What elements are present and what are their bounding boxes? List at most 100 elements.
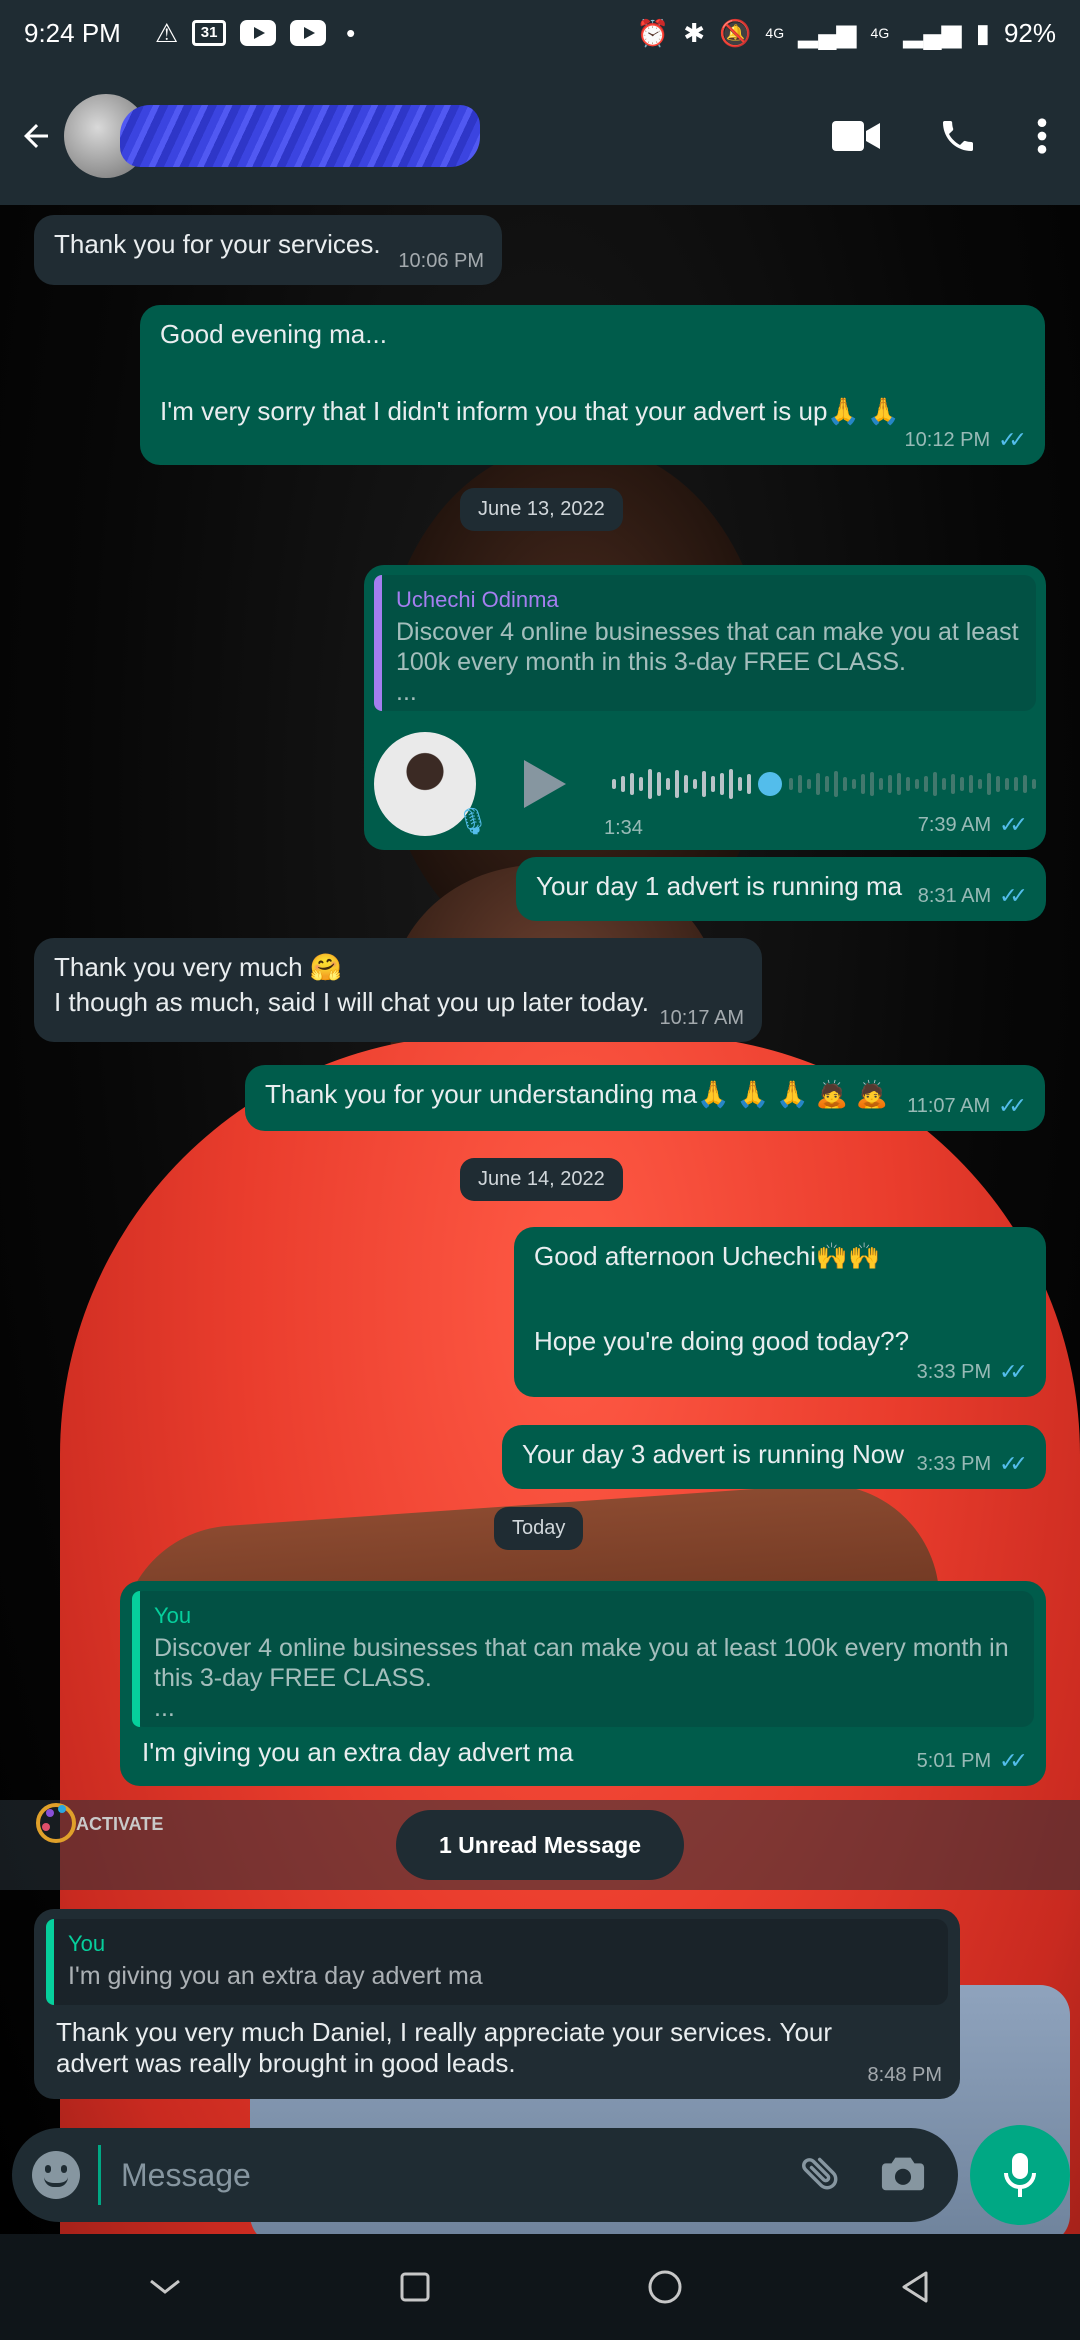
voice-waveform[interactable] [612, 759, 1036, 809]
waveform-bar [789, 778, 793, 790]
read-ticks-icon: ✓✓ [999, 1747, 1028, 1773]
read-ticks-icon: ✓✓ [998, 1092, 1027, 1118]
message-time: 11:07 AM [907, 1094, 991, 1117]
waveform-bar [915, 779, 919, 789]
contact-info[interactable] [64, 93, 832, 178]
message-outgoing[interactable]: Good evening ma... I'm very sorry that I… [140, 305, 1045, 465]
mic-icon: 🎙 [456, 806, 490, 836]
chat-header [0, 66, 1080, 205]
dot-icon: • [346, 18, 356, 48]
waveform-bar [879, 778, 883, 790]
message-text: I'm very sorry that I didn't inform you … [160, 396, 900, 427]
message-outgoing[interactable]: Good afternoon Uchechi🙌🙌 Hope you're doi… [514, 1227, 1046, 1397]
system-nav-bar [0, 2234, 1080, 2340]
waveform-bar [978, 779, 982, 789]
date-chip: June 14, 2022 [460, 1158, 623, 1201]
waveform-bar [639, 777, 643, 791]
waveform-bar [720, 773, 724, 795]
message-text: Good evening ma... [160, 319, 387, 349]
read-ticks-icon: ✓✓ [999, 811, 1028, 837]
waveform-bar [630, 773, 634, 795]
waveform-bar [906, 777, 910, 791]
waveform-bar [951, 774, 955, 794]
video-call-icon[interactable] [832, 119, 880, 153]
status-bar: 9:24 PM ⚠ 31 • ⏰ ✱ 🔕 4G ▂▄▆ 4G ▂▄▆ ▮ 92% [0, 0, 1080, 66]
waveform-bar [834, 771, 838, 797]
recents-icon[interactable] [375, 2247, 455, 2327]
unread-message-badge: 1 Unread Message [396, 1810, 684, 1880]
attach-icon[interactable] [798, 2150, 844, 2201]
message-incoming[interactable]: Thank you for your services. 10:06 PM [34, 215, 502, 285]
calendar-icon: 31 [192, 20, 227, 46]
quoted-text: Discover 4 online businesses that can ma… [396, 618, 1019, 677]
date-chip: Today [494, 1507, 584, 1550]
watermark-text: ACTIVATE [76, 1814, 163, 1834]
waveform-bar [1032, 779, 1036, 789]
waveform-bar [738, 777, 742, 791]
message-time: 3:33 PM [916, 1360, 992, 1383]
waveform-bar [996, 776, 1000, 792]
voice-record-button[interactable] [970, 2125, 1070, 2225]
message-time: 10:06 PM [398, 250, 484, 272]
quoted-author: You [154, 1603, 192, 1628]
network-label-1: 4G [765, 25, 785, 41]
network-label-2: 4G [870, 25, 890, 41]
quoted-text: I'm giving you an extra day advert ma [68, 1962, 483, 1991]
message-time: 8:48 PM [867, 2064, 942, 2086]
waveform-bar [1023, 775, 1027, 793]
waveform-bar [933, 772, 937, 796]
read-ticks-icon: ✓✓ [998, 426, 1027, 452]
message-outgoing[interactable]: Your day 1 advert is running ma 8:31 AM ✓… [516, 857, 1046, 921]
signal-icon: ▂▄▆ [903, 18, 962, 48]
voice-message-outgoing[interactable]: Uchechi Odinma Discover 4 online busines… [364, 565, 1046, 850]
waveform-bar [807, 779, 811, 789]
waveform-bar [684, 775, 688, 793]
camera-icon[interactable] [880, 2153, 926, 2198]
waveform-bar [711, 776, 715, 792]
message-outgoing[interactable]: Your day 3 advert is running Now 3:33 PM… [502, 1425, 1046, 1489]
status-time: 9:24 PM [24, 17, 121, 48]
quoted-author: You [68, 1931, 106, 1956]
play-icon[interactable] [524, 760, 566, 808]
message-incoming[interactable]: Thank you very much 🤗 I though as much, … [34, 938, 762, 1042]
waveform-bar [969, 775, 973, 793]
waveform-bar [621, 776, 625, 792]
message-text: Thank you for your understanding ma🙏 🙏 🙏… [265, 1079, 888, 1109]
home-icon[interactable] [625, 2247, 705, 2327]
voice-sender-avatar: 🎙 [374, 732, 489, 836]
waveform-bar [843, 777, 847, 791]
more-vert-icon[interactable] [1036, 116, 1048, 156]
waveform-bar [729, 769, 733, 799]
quoted-ellipsis: ... [154, 1694, 175, 1723]
waveform-bar [987, 773, 991, 795]
battery-percent: 92% [1003, 17, 1056, 48]
message-time: 8:31 AM [917, 884, 992, 907]
emoji-icon[interactable] [32, 2151, 80, 2199]
message-time: 5:01 PM [916, 1749, 992, 1772]
quoted-message[interactable]: You I'm giving you an extra day advert m… [46, 1919, 948, 2005]
message-text: Thank you very much 🤗 [54, 952, 343, 982]
message-input[interactable] [98, 2145, 798, 2205]
message-text: Your day 1 advert is running ma [536, 871, 903, 901]
phone-icon[interactable] [938, 116, 978, 156]
back-arrow-icon[interactable] [14, 106, 58, 166]
read-ticks-icon: ✓✓ [999, 1450, 1028, 1476]
message-outgoing[interactable]: You Discover 4 online businesses that ca… [120, 1581, 1046, 1786]
quoted-ellipsis: ... [396, 678, 417, 707]
waveform-bar [897, 773, 901, 795]
message-outgoing[interactable]: Thank you for your understanding ma🙏 🙏 🙏… [245, 1065, 1045, 1131]
quoted-message[interactable]: You Discover 4 online businesses that ca… [132, 1591, 1034, 1727]
playback-position-handle[interactable] [758, 772, 782, 796]
quoted-message[interactable]: Uchechi Odinma Discover 4 online busines… [374, 575, 1036, 711]
waveform-bar [861, 774, 865, 794]
hide-keyboard-icon[interactable] [125, 2247, 205, 2327]
battery-icon: ▮ [975, 18, 990, 48]
waveform-bar [702, 771, 706, 797]
back-nav-icon[interactable] [875, 2247, 955, 2327]
mute-icon: 🔕 [719, 18, 752, 48]
message-incoming[interactable]: You I'm giving you an extra day advert m… [34, 1909, 960, 2099]
bluetooth-icon: ✱ [683, 18, 706, 48]
waveform-bar [648, 769, 652, 799]
redacted-contact-name [120, 104, 480, 167]
message-time: 10:12 PM [904, 428, 991, 451]
